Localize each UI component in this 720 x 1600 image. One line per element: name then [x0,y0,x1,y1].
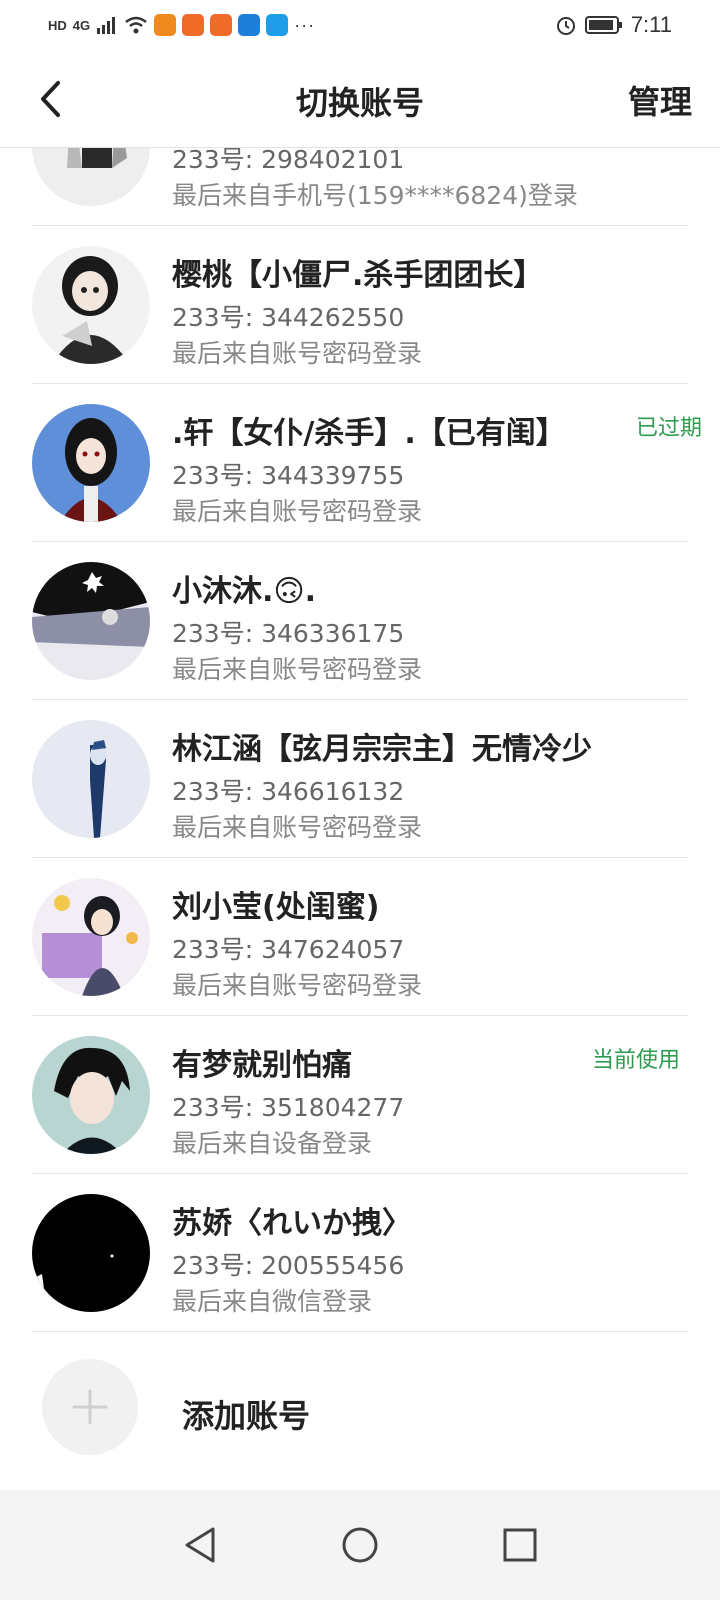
nav-recent-button[interactable] [495,1520,545,1570]
status-left: HD 4G ··· [48,14,315,36]
account-name: 有梦就别怕痛 [172,1048,352,1083]
expired-badge: 已过期 [635,416,702,441]
account-id: 233号: 344339755 [172,461,405,490]
login-source: 最后来自账号密码登录 [172,813,423,842]
account-name: 小沐沐.🙃. [172,574,317,609]
account-row[interactable]: 林江涵【弦月宗宗主】无情冷少 233号: 346616132 最后来自账号密码登… [0,700,720,858]
app-icon [182,14,205,36]
account-name: 林江涵【弦月宗宗主】无情冷少 [172,732,592,767]
clock: 7:11 [630,12,672,37]
account-id: 233号: 346616132 [172,777,405,806]
square-recent-icon [503,1528,537,1562]
account-name: .轩【女仆/杀手】.【已有闺】 [172,416,566,451]
more-notifications-icon: ··· [294,14,316,35]
video-app-icon [154,14,177,36]
signal-icon [97,17,116,34]
top-app-bar: 切换账号 管理 [0,50,720,148]
login-source: 最后来自微信登录 [172,1287,373,1316]
avatar [32,246,150,364]
hd-indicator: HD [48,17,67,33]
login-source: 最后来自账号密码登录 [172,497,423,526]
avatar [32,562,150,680]
account-id: 233号: 347624057 [172,935,405,964]
avatar [32,404,150,522]
nav-back-button[interactable] [175,1520,225,1570]
account-name: 刘小莹(处闺蜜) [172,890,380,925]
login-source: 最后来自账号密码登录 [172,971,423,1000]
battery-icon [584,16,622,34]
account-row[interactable]: 苏娇〈れいか拽〉 233号: 200555456 最后来自微信登录 [0,1174,720,1332]
network-type: 4G [72,17,91,33]
account-row[interactable]: 有梦就别怕痛 233号: 351804277 最后来自设备登录 当前使用 [0,1016,720,1174]
weather-app-icon [238,14,261,36]
manage-button[interactable]: 管理 [628,77,692,123]
account-row[interactable]: 刘小莹(处闺蜜) 233号: 347624057 最后来自账号密码登录 [0,858,720,1016]
wifi-icon [125,16,147,34]
account-name: 苏娇〈れいか拽〉 [172,1206,412,1241]
status-bar: HD 4G ··· 7:11 [0,0,720,50]
app-icon [210,14,233,36]
status-right: 7:11 [555,12,672,38]
account-row[interactable]: 小沐沐.🙃. 233号: 346336175 最后来自账号密码登录 [0,542,720,700]
triangle-back-icon [185,1527,215,1563]
alarm-icon [556,17,575,35]
avatar [32,1194,150,1312]
add-account-label: 添加账号 [182,1397,311,1435]
account-id: 233号: 200555456 [172,1251,405,1280]
account-id: 233号: 344262550 [172,303,405,332]
add-account-button[interactable]: 添加账号 [0,1355,720,1455]
account-row[interactable]: .轩【女仆/杀手】.【已有闺】 233号: 344339755 最后来自账号密码… [0,384,720,542]
account-row[interactable]: 樱桃【小僵尸.杀手团团长】 233号: 344262550 最后来自账号密码登录 [0,226,720,384]
login-source: 最后来自设备登录 [172,1129,373,1158]
page-title: 切换账号 [295,84,424,122]
account-name: 樱桃【小僵尸.杀手团团长】 [172,258,544,293]
avatar [32,878,150,996]
current-account-badge: 当前使用 [591,1048,680,1073]
account-id: 233号: 346336175 [172,619,405,648]
system-navigation-bar [0,1490,720,1600]
nav-home-button[interactable] [335,1520,385,1570]
account-list: 233号: 298402101 最后来自手机号(159****6824)登录 樱… [0,70,720,1332]
circle-home-icon [342,1527,378,1563]
plus-icon [72,1389,108,1425]
avatar [32,1036,150,1154]
avatar [32,720,150,838]
divider [32,1331,688,1332]
account-id: 233号: 351804277 [172,1093,405,1122]
search-app-icon [266,14,289,36]
add-icon-container [42,1359,138,1455]
login-source: 最后来自手机号(159****6824)登录 [172,181,578,210]
login-source: 最后来自账号密码登录 [172,339,423,368]
login-source: 最后来自账号密码登录 [172,655,423,684]
